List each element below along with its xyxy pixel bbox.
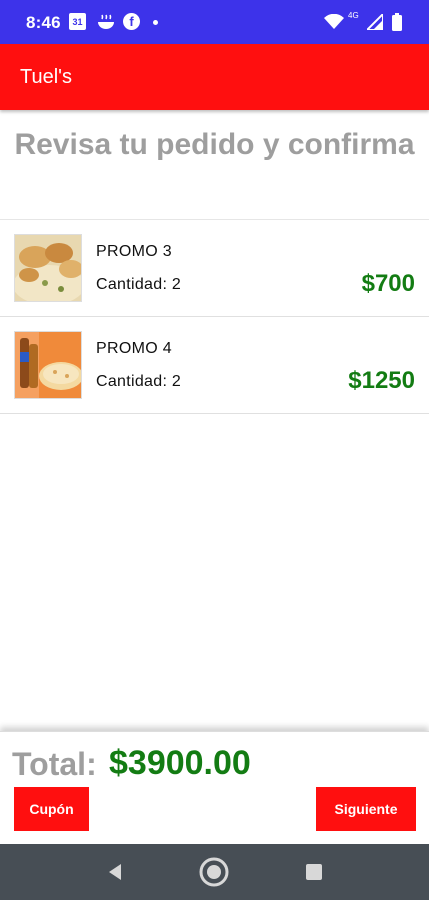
order-item[interactable]: PROMO 3 Cantidad: 2 $700 <box>0 220 429 317</box>
item-name: PROMO 3 <box>96 243 172 260</box>
item-quantity: Cantidad: 2 <box>96 373 182 390</box>
bowl-icon <box>95 13 117 31</box>
battery-icon <box>392 13 402 31</box>
page-heading: Revisa tu pedido y confirma <box>14 128 415 161</box>
order-item[interactable]: PROMO 4 Cantidad: 2 $1250 <box>0 317 429 414</box>
item-price: $1250 <box>348 367 415 394</box>
system-nav-bar <box>0 844 429 900</box>
facebook-icon: f <box>123 13 140 30</box>
app-bar: Tuel's <box>0 44 429 110</box>
recents-icon[interactable] <box>298 856 330 888</box>
coupon-button[interactable]: Cupón <box>14 787 89 831</box>
calendar-icon: 31 <box>69 13 86 30</box>
promo-3-image <box>14 234 82 302</box>
network-label: 4G <box>348 11 359 20</box>
status-time: 8:46 <box>26 13 61 32</box>
app-title: Tuel's <box>20 66 72 88</box>
notification-dot-icon <box>153 20 158 25</box>
next-button[interactable]: Siguiente <box>316 787 416 831</box>
checkout-panel: Total: $3900.00 Cupón Siguiente <box>0 731 429 844</box>
item-quantity: Cantidad: 2 <box>96 276 182 293</box>
item-price: $700 <box>361 270 415 297</box>
item-name: PROMO 4 <box>96 340 172 357</box>
order-list: PROMO 3 Cantidad: 2 $700 PROMO 4 Cantida… <box>0 219 429 414</box>
signal-icon <box>366 13 384 31</box>
promo-4-image <box>14 331 82 399</box>
status-bar: 8:46 31 f 4G <box>0 0 429 44</box>
wifi-icon <box>324 13 344 31</box>
total-label: Total: <box>12 746 97 782</box>
back-icon[interactable] <box>99 856 131 888</box>
home-icon[interactable] <box>198 856 230 888</box>
total-value: $3900.00 <box>109 744 251 782</box>
